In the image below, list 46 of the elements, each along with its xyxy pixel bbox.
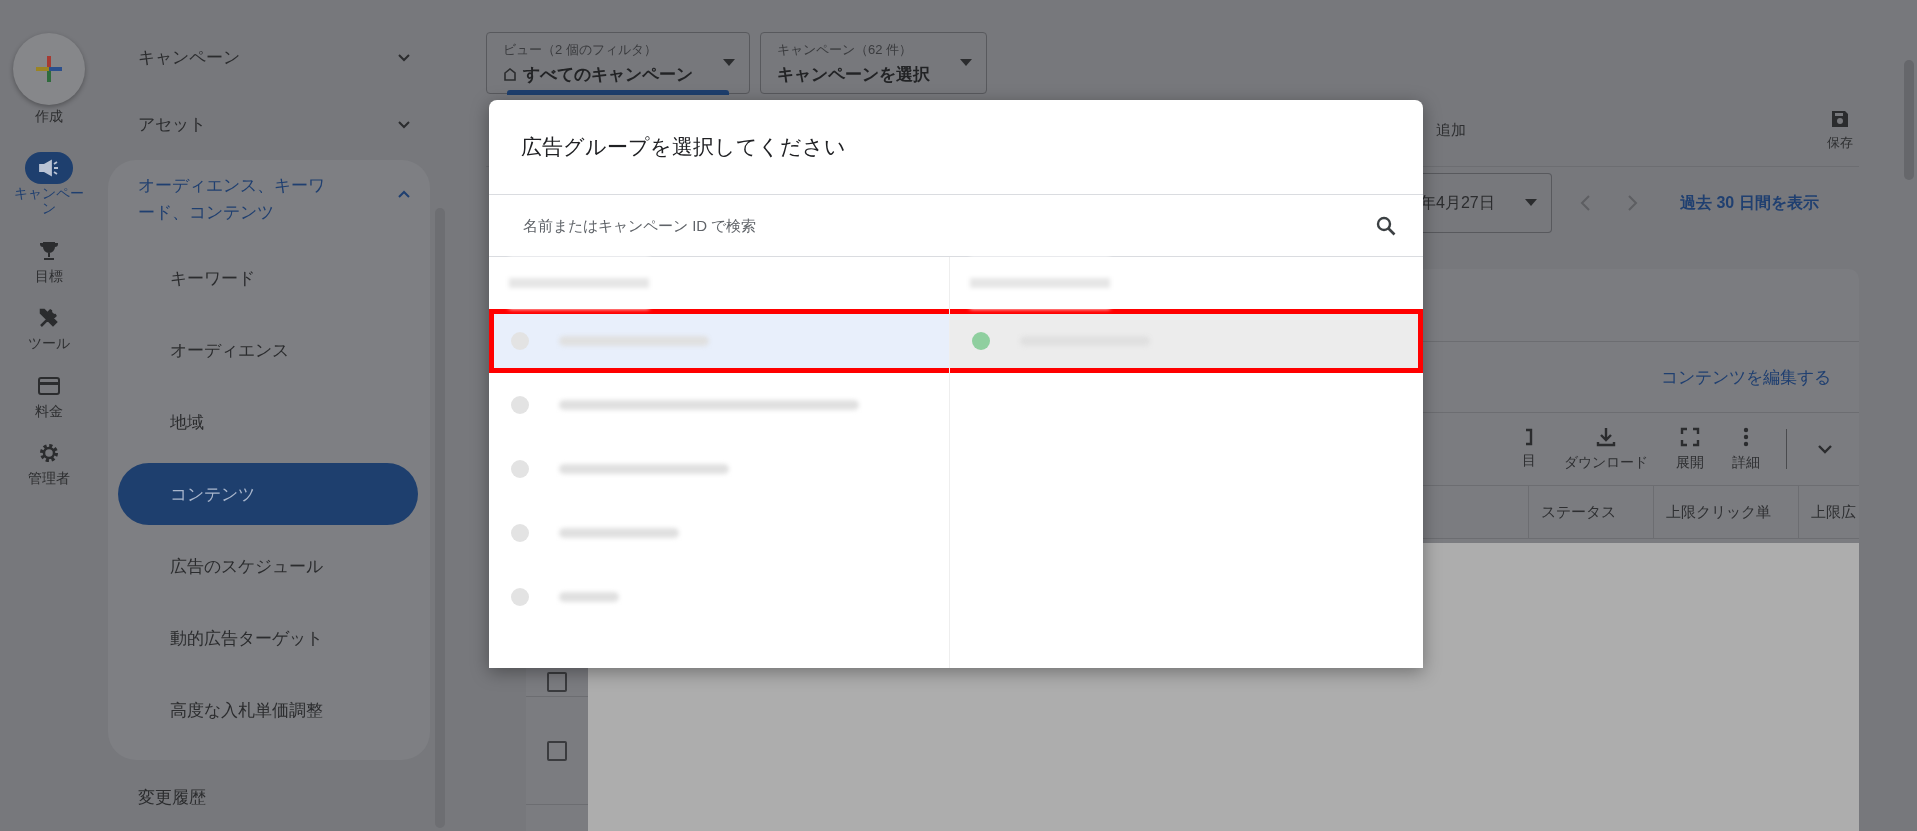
dialog-title: 広告グループを選択してください <box>489 100 1423 195</box>
toolbar-button[interactable]: 展開 <box>1670 426 1710 472</box>
save-icon <box>1829 108 1851 130</box>
toolbar-button[interactable]: 目 <box>1516 428 1542 470</box>
ad-group-row[interactable] <box>950 309 1423 373</box>
row-checkbox[interactable] <box>547 740 567 761</box>
rail-item[interactable]: 目標 <box>4 234 94 285</box>
nav-item[interactable]: 高度な入札単価調整 <box>118 674 418 746</box>
show-last-30-days-link[interactable]: 過去 30 日間を表示 <box>1680 192 1819 214</box>
column-header[interactable]: ステータス <box>1528 486 1653 538</box>
toolbar-button[interactable]: 詳細 <box>1726 426 1766 472</box>
nav-item[interactable]: コンテンツ <box>118 463 418 525</box>
more-icon <box>1743 426 1749 448</box>
nav-item[interactable]: オーディエンス <box>118 314 418 386</box>
dropdown-arrow-icon <box>960 59 972 67</box>
download-icon <box>1595 426 1617 448</box>
nav-item[interactable]: キーワード <box>118 242 418 314</box>
create-button[interactable] <box>13 33 85 105</box>
add-label[interactable]: 追加 <box>1436 120 1466 140</box>
rail-item[interactable]: 料金 <box>4 369 94 419</box>
nav-item[interactable]: 広告のスケジュール <box>118 530 418 602</box>
nav-item[interactable]: 動的広告ターゲット <box>118 602 418 674</box>
nav-group-header[interactable]: オーディエンス、キーワード、コンテンツ <box>108 166 430 242</box>
search-icon[interactable] <box>1375 214 1397 237</box>
toolbar-button[interactable]: ダウンロード <box>1558 426 1654 472</box>
nav-item[interactable]: キャンペーン <box>108 24 430 91</box>
column-header[interactable]: 上限広 <box>1798 486 1859 538</box>
home-icon <box>503 67 517 81</box>
fullscreen-icon <box>1679 426 1701 448</box>
rail-item[interactable]: 管理者 <box>4 436 94 487</box>
save-button[interactable]: 保存 <box>1821 107 1859 153</box>
rail-item[interactable]: ツール <box>4 302 94 352</box>
dropdown-arrow-icon <box>723 59 735 67</box>
search-field[interactable]: 名前またはキャンペーン ID で検索 <box>521 216 1375 235</box>
edit-content-link[interactable]: コンテンツを編集する <box>1661 365 1831 389</box>
nav-item[interactable]: アセット <box>108 91 430 158</box>
dropdown-arrow-icon <box>1525 199 1537 207</box>
ad-group-row[interactable] <box>489 309 949 373</box>
plus-icon <box>34 54 64 84</box>
column-header[interactable]: 上限クリック単 <box>1653 486 1798 538</box>
create-label: 作成 <box>35 108 63 126</box>
rail-item[interactable]: キャンペーン <box>4 152 94 217</box>
row-checkbox[interactable] <box>547 672 567 692</box>
nav-item[interactable]: 地域 <box>118 386 418 458</box>
bracket-icon <box>1525 428 1533 446</box>
nav-item[interactable]: 変更履歴 <box>108 764 430 831</box>
